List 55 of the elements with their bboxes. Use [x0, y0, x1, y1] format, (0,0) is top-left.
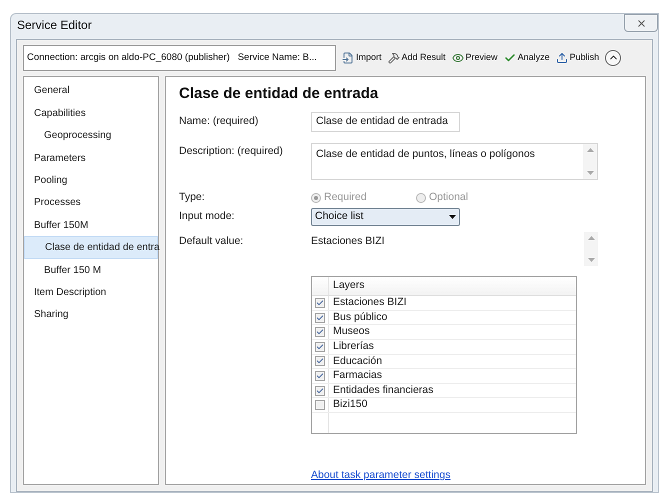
layer-name: Museos [332, 324, 370, 340]
sidebar-item[interactable]: Capabilities [24, 102, 158, 125]
name-field[interactable]: Clase de entidad de entrada [311, 112, 460, 132]
sidebar-item[interactable]: Clase de entidad de entra [24, 236, 158, 259]
description-field[interactable]: Clase de entidad de puntos, líneas o polígonos [311, 143, 598, 180]
checkbox[interactable] [315, 342, 325, 352]
checkbox[interactable] [315, 371, 325, 382]
hammer-icon [388, 52, 400, 64]
preview-icon [452, 52, 464, 64]
collapse-button[interactable] [605, 50, 622, 66]
upload-icon [556, 52, 568, 64]
field-label: Type: [179, 190, 206, 206]
layer-name: Librerías [332, 338, 374, 354]
sidebar-item[interactable]: Geoprocessing [24, 124, 158, 147]
field-label: Description: (required) [179, 144, 284, 160]
layer-name: Entidades financieras [332, 382, 434, 398]
dropdown-caret-icon [449, 215, 456, 220]
toolbar-button[interactable]: Publish [556, 51, 600, 64]
toolbar-button[interactable]: Import [342, 51, 382, 64]
checkbox[interactable] [315, 298, 325, 308]
checkbox[interactable] [315, 386, 325, 396]
layer-name: Bizi150 [332, 397, 368, 412]
column-header: Layers [332, 278, 365, 294]
layer-name: Educación [332, 354, 382, 369]
layer-name: Farmacias [332, 368, 382, 384]
check-icon [504, 52, 516, 64]
document-icon [342, 52, 354, 64]
checkbox[interactable] [315, 327, 325, 338]
sidebar-item[interactable]: Pooling [24, 169, 158, 192]
checkbox[interactable] [315, 400, 325, 410]
panel-heading: Clase de entidad de entrada [179, 84, 380, 104]
sidebar-item[interactable]: General [24, 80, 158, 102]
sidebar-item[interactable]: Processes [24, 192, 158, 214]
window-title: Service Editor [17, 17, 92, 34]
sidebar-item[interactable]: Item Description [24, 281, 158, 304]
sidebar-item[interactable]: Buffer 150M [24, 214, 158, 236]
layer-name: Bus público [332, 310, 388, 325]
toolbar-button[interactable]: Analyze [504, 51, 550, 64]
help-link[interactable]: About task parameter settings [311, 468, 450, 484]
checkbox[interactable] [315, 312, 325, 323]
close-button[interactable] [624, 14, 658, 32]
field-label: Input mode: [179, 209, 236, 224]
sidebar-item[interactable]: Parameters [24, 146, 158, 170]
field-label: Default value: [179, 234, 244, 250]
sidebar-item[interactable]: Sharing [24, 304, 158, 326]
default-value: Estaciones BIZI [311, 234, 386, 250]
toolbar-button[interactable]: Preview [452, 51, 498, 64]
toolbar-button[interactable]: Add Result [388, 51, 446, 64]
close-icon [636, 18, 646, 29]
sidebar-item[interactable]: Buffer 150 M [24, 258, 158, 282]
checkbox[interactable] [315, 356, 325, 366]
layer-name: Estaciones BIZI [332, 295, 407, 310]
field-label: Name: (required) [179, 114, 260, 130]
connection-field: Connection: arcgis on aldo-PC_6080 (publisher) Service Name: B... [23, 44, 336, 71]
input-mode-dropdown[interactable]: Choice list [311, 208, 460, 226]
